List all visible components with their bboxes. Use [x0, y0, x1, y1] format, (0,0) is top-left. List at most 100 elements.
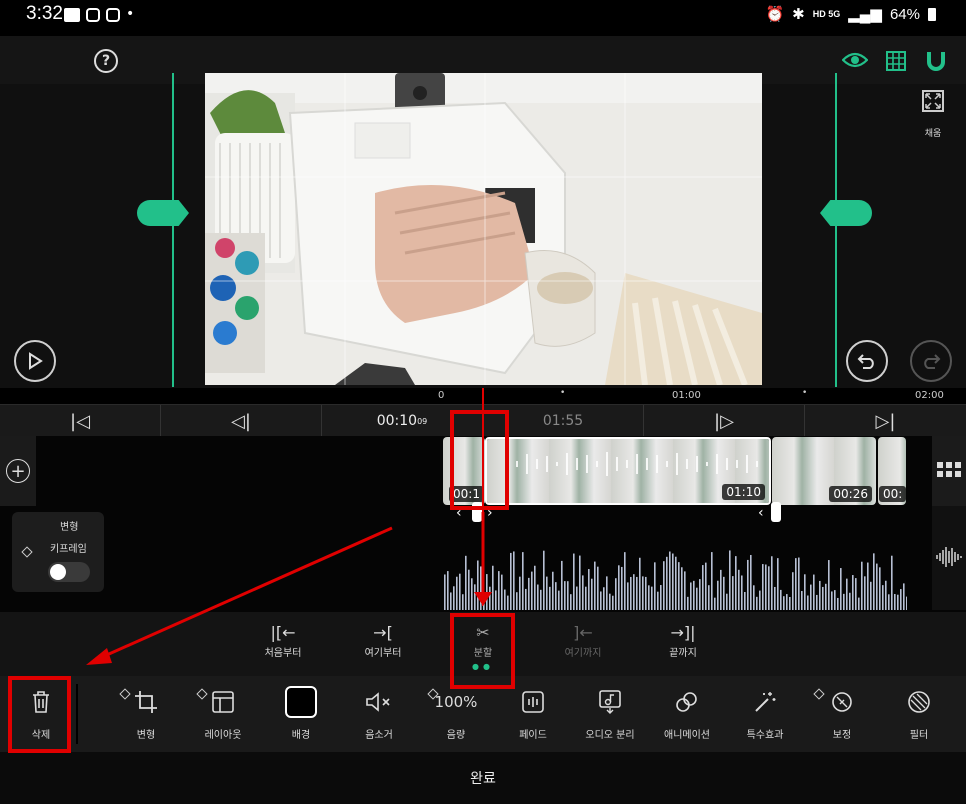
instagram-icon	[106, 8, 120, 22]
volume-button[interactable]: 100% 음량	[417, 686, 495, 741]
split-from-start-button[interactable]: |[← 처음부터	[243, 620, 323, 660]
layout-label: 레이아웃	[204, 730, 242, 741]
battery-icon	[928, 7, 936, 21]
crop-guide-right	[835, 73, 837, 387]
split-from-here-icon: →[	[373, 622, 393, 642]
redo-button[interactable]	[910, 340, 952, 382]
ruler-tick-2: 02:00	[915, 390, 944, 401]
animation-icon	[648, 686, 726, 718]
fade-icon	[494, 686, 572, 718]
video-clip[interactable]: 00:26	[772, 437, 876, 505]
keyframe-toggle[interactable]	[48, 562, 90, 582]
animation-label: 애니메이션	[664, 730, 710, 741]
current-time-frames: 09	[417, 416, 428, 426]
crop-handle-right[interactable]	[820, 200, 872, 226]
highlight-box-split	[450, 613, 515, 689]
previous-frame-icon: ◁|	[231, 410, 251, 432]
skip-to-start-button[interactable]: |◁	[0, 405, 161, 437]
background-label: 배경	[291, 730, 311, 741]
split-from-here-button[interactable]: →[ 여기부터	[343, 620, 423, 660]
clip-duration: 00:	[879, 486, 906, 502]
effects-button[interactable]: 특수효과	[726, 686, 804, 741]
crop-handle-left[interactable]	[137, 200, 189, 226]
keyframe-label: 키프레임	[50, 544, 87, 555]
current-time-value: 00:10	[376, 413, 418, 429]
filter-icon	[880, 686, 958, 718]
animation-button[interactable]: 애니메이션	[648, 686, 726, 741]
split-from-here-label: 여기부터	[364, 648, 402, 659]
effects-label: 특수효과	[746, 730, 784, 741]
status-time: 3:32	[26, 3, 63, 24]
selected-video-clip[interactable]: 01:10	[485, 437, 771, 505]
next-frame-button[interactable]: |▷	[644, 405, 805, 437]
mute-label: 음소거	[365, 730, 393, 741]
toolbar-divider	[76, 684, 78, 744]
track-options	[932, 436, 966, 506]
grid-icon[interactable]	[886, 51, 906, 71]
audio-split-label: 오디오 분리	[585, 730, 635, 741]
status-right: ⏰ ✱ HD 5G ▂▄▆ 64%	[765, 5, 936, 23]
volume-label: 음량	[446, 730, 466, 741]
battery-level: 64%	[889, 5, 920, 23]
ruler-tick-0: 0	[438, 390, 445, 401]
keyframe-diamond-icon[interactable]	[21, 546, 33, 558]
video-clip[interactable]: 00:	[878, 437, 906, 505]
ruler-dot: •	[560, 388, 566, 398]
fill-icon[interactable]	[922, 90, 944, 112]
filter-button[interactable]: 필터	[880, 686, 958, 741]
mute-button[interactable]: 음소거	[340, 686, 418, 741]
layout-icon	[184, 686, 262, 718]
ruler-dot: •	[802, 388, 808, 398]
instagram-icon	[86, 8, 100, 22]
track-header: +	[0, 436, 36, 506]
split-to-end-button[interactable]: →]| 끝까지	[643, 620, 723, 660]
transform-label: 변형	[136, 730, 156, 741]
play-button[interactable]	[14, 340, 56, 382]
background-button[interactable]: 배경	[262, 686, 340, 741]
split-to-end-icon: →]|	[670, 622, 696, 642]
split-from-start-icon: |[←	[270, 622, 296, 642]
skip-to-start-icon: |◁	[70, 410, 90, 432]
video-preview[interactable]	[205, 73, 762, 385]
bluetooth-icon: ✱	[792, 6, 805, 23]
audio-split-button[interactable]: 오디오 분리	[571, 686, 649, 741]
previous-frame-button[interactable]: ◁|	[161, 405, 322, 437]
layout-button[interactable]: 레이아웃	[184, 686, 262, 741]
help-icon[interactable]: ?	[94, 49, 118, 73]
redo-icon	[924, 354, 941, 369]
eye-icon[interactable]	[842, 50, 868, 70]
highlight-box-playhead	[450, 410, 509, 510]
video-frame	[205, 73, 762, 385]
mute-icon	[340, 686, 418, 718]
status-bar: 3:32 • ⏰ ✱ HD 5G ▂▄▆ 64%	[0, 0, 966, 32]
toggle-knob	[50, 564, 66, 580]
adjust-button[interactable]: 보정	[803, 686, 881, 741]
split-to-here-label: 여기까지	[564, 648, 602, 659]
app-notification-icon	[64, 8, 80, 22]
next-frame-icon: |▷	[714, 410, 734, 432]
keyframe-panel-title: 변형	[60, 522, 79, 533]
done-button[interactable]: 완료	[0, 752, 966, 804]
trim-end-arrow[interactable]: ‹	[758, 505, 764, 521]
skip-to-end-button[interactable]: ▷|	[805, 405, 966, 437]
network-indicator: HD 5G	[812, 9, 841, 19]
waveform-icon[interactable]	[935, 546, 963, 568]
thumbnail-grid-icon[interactable]	[937, 462, 961, 478]
split-to-here-icon: ]←	[573, 622, 593, 642]
ruler-tick-1: 01:00	[672, 390, 701, 401]
undo-button[interactable]	[846, 340, 888, 382]
background-swatch-icon	[262, 686, 340, 718]
trim-end-handle[interactable]	[771, 502, 781, 522]
transform-button[interactable]: 변형	[107, 686, 185, 741]
skip-to-end-icon: ▷|	[875, 410, 896, 432]
add-clip-button[interactable]: +	[6, 459, 30, 483]
audio-track-options	[932, 506, 966, 610]
done-label: 완료	[470, 771, 496, 787]
audio-waveform[interactable]	[443, 548, 907, 610]
clip-audio-waveform	[506, 452, 758, 476]
split-to-here-button[interactable]: ]← 여기까지	[543, 620, 623, 660]
magnet-icon[interactable]	[926, 50, 946, 72]
fade-button[interactable]: 페이드	[494, 686, 572, 741]
signal-icon: ▂▄▆	[848, 6, 882, 23]
crop-guide-left	[172, 73, 174, 387]
